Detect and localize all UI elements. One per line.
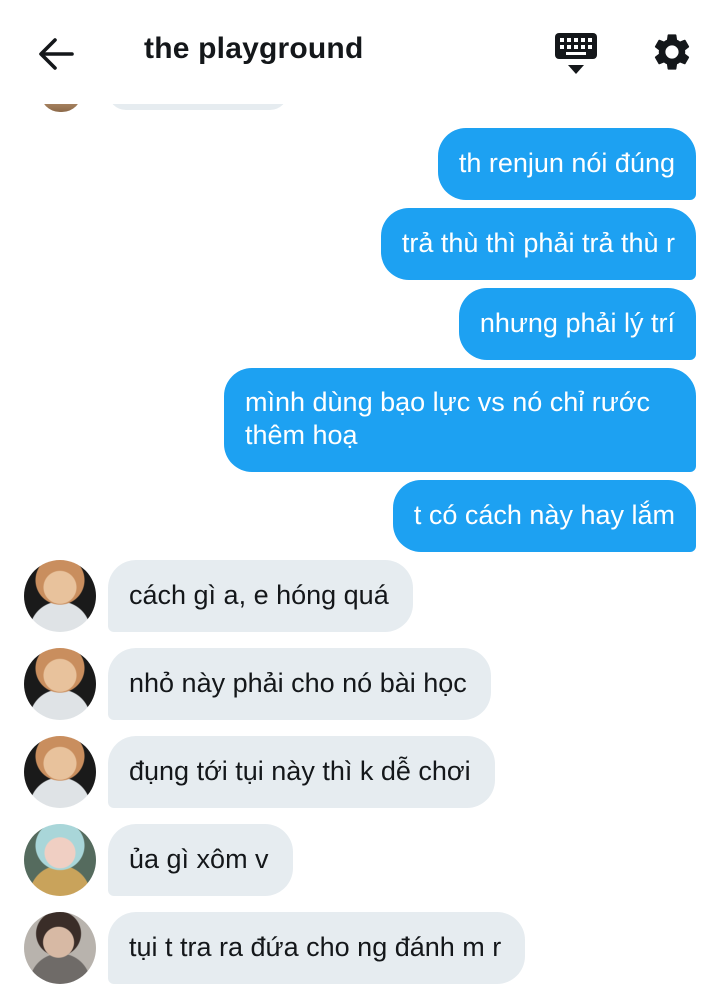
avatar[interactable] — [24, 736, 96, 808]
sent-message-bubble: nhưng phải lý trí — [458, 288, 696, 360]
avatar[interactable] — [24, 912, 96, 984]
keyboard-button[interactable] — [554, 30, 598, 78]
keyboard-icon — [555, 33, 597, 74]
sent-message-bubble: mình dùng bạo lực vs nó chỉ rước thêm ho… — [224, 368, 696, 472]
avatar[interactable] — [24, 560, 96, 632]
conversation-title: the playground — [144, 32, 364, 65]
avatar[interactable] — [24, 648, 96, 720]
received-message-bubble: cách gì a, e hóng quá — [108, 560, 413, 632]
avatar[interactable] — [24, 824, 96, 896]
received-message-bubble: ủa gì xôm v — [108, 824, 293, 896]
gear-icon — [654, 34, 690, 70]
conversation-header: the playground — [0, 0, 720, 104]
sent-message-bubble: th renjun nói đúng — [437, 128, 696, 200]
settings-button[interactable] — [650, 30, 694, 74]
received-message-bubble: nhỏ này phải cho nó bài học — [108, 648, 491, 720]
sent-message-bubble: trả thù thì phải trả thù r — [380, 208, 696, 280]
received-message-bubble: đụng tới tụi này thì k dễ chơi — [108, 736, 495, 808]
back-button[interactable] — [36, 34, 76, 74]
sent-message-bubble: t có cách này hay lắm — [392, 480, 696, 552]
received-message-bubble: tụi t tra ra đứa cho ng đánh m r — [108, 912, 526, 984]
arrow-left-icon — [39, 38, 74, 70]
